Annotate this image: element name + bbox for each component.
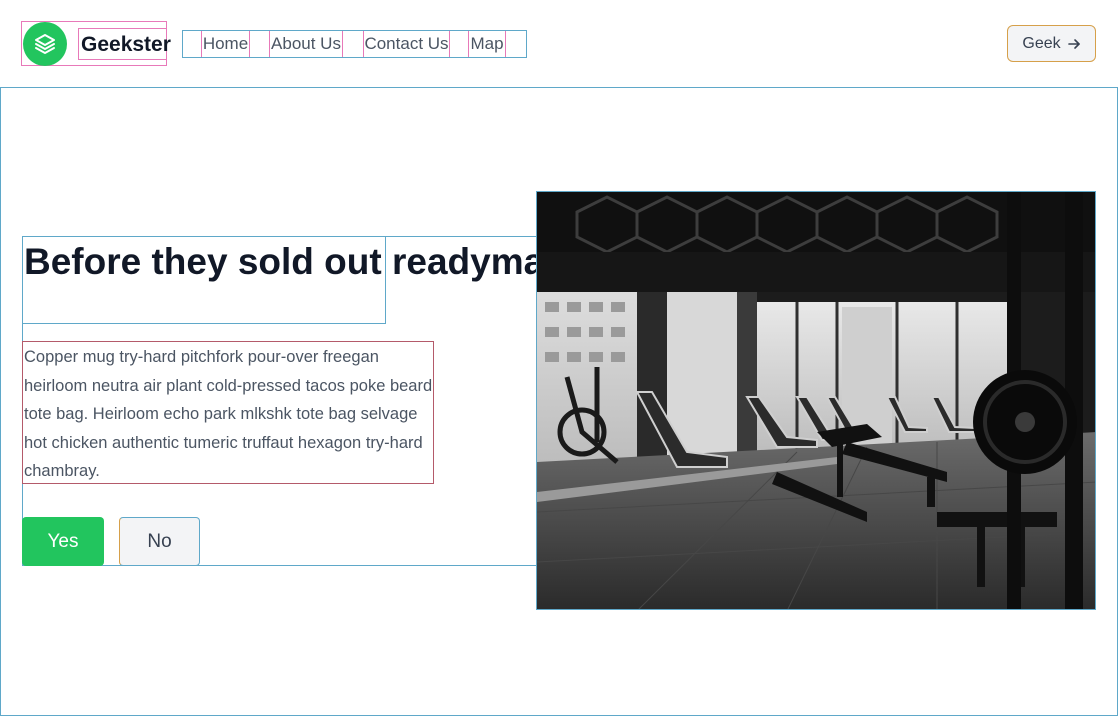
site-header: Geekster Home About Us Contact Us Map Ge… (0, 0, 1118, 88)
nav-link-about[interactable]: About Us (269, 31, 343, 57)
hero-description: Copper mug try-hard pitchfork pour-over … (22, 341, 434, 484)
brand-name[interactable]: Geekster (78, 28, 171, 60)
yes-button[interactable]: Yes (22, 517, 104, 566)
nav-link-contact[interactable]: Contact Us (363, 31, 450, 57)
gym-interior-image (536, 191, 1096, 610)
arrow-right-icon (1067, 38, 1080, 49)
nav-link-map[interactable]: Map (468, 31, 506, 57)
geek-button[interactable]: Geek (1007, 25, 1096, 62)
hero-title: Before they sold out readymade gluten (22, 236, 709, 324)
main-nav: Home About Us Contact Us Map (182, 30, 527, 58)
no-button[interactable]: No (119, 517, 200, 566)
stack-layers-icon[interactable] (23, 22, 67, 66)
nav-link-home[interactable]: Home (201, 31, 250, 57)
geek-button-label: Geek (1022, 34, 1061, 52)
